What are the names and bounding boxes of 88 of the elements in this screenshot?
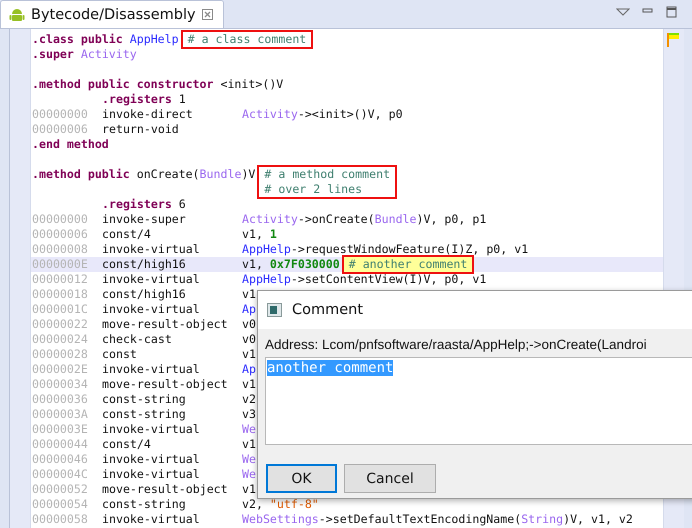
operand-text: WebSettings->setDefaultTextEncodingName(String)V, v1, v2: [242, 512, 633, 527]
opcode-text: invoke-virtual: [102, 242, 201, 257]
line-address: 00000036: [32, 392, 89, 407]
line-address: 00000058: [32, 512, 89, 527]
code-text: .class public AppHelp: [32, 32, 179, 47]
opcode-text: invoke-super: [102, 212, 187, 227]
line-address: 00000028: [32, 347, 89, 362]
line-address: 0000000E: [32, 257, 89, 272]
line-address: 00000000: [32, 107, 89, 122]
operand-text: AppHelp->setContentView(I)V, p0, v1: [242, 272, 486, 287]
code-text: .registers 6: [102, 197, 186, 212]
opcode-text: invoke-virtual: [102, 272, 201, 287]
opcode-text: return-void: [102, 122, 180, 137]
operand-text: v1: [242, 437, 256, 452]
operand-text: v0: [242, 332, 256, 347]
line-address: 00000000: [32, 212, 89, 227]
line-address: 00000034: [32, 377, 89, 392]
opcode-text: const-string: [102, 407, 187, 422]
operand-text: v3: [242, 407, 256, 422]
code-text: .method public constructor <init>()V: [32, 77, 284, 92]
line-address: 00000046: [32, 452, 89, 467]
operand-text: AppHelp->requestWindowFeature(I)Z, p0, v1: [242, 242, 528, 257]
operand-text: v2: [242, 392, 256, 407]
opcode-text: const: [102, 347, 138, 362]
line-address: 00000006: [32, 122, 89, 137]
opcode-text: invoke-virtual: [102, 362, 201, 377]
code-text: .end method: [32, 137, 109, 152]
operand-text: Activity->onCreate(Bundle)V, p0, p1: [242, 212, 486, 227]
line-address: 0000003A: [32, 407, 89, 422]
line-address: 00000054: [32, 497, 89, 512]
opcode-text: const/4: [102, 227, 152, 242]
line-address: 00000006: [32, 227, 89, 242]
line-address: 0000003E: [32, 422, 89, 437]
operand-text: Ap: [242, 362, 256, 377]
operand-text: v1: [242, 377, 256, 392]
code-text: .super Activity: [32, 47, 137, 62]
line-address: 00000018: [32, 287, 89, 302]
address-label: Address: Lcom/pnfsoftware/raasta/AppHelp;->onCreate(Landroi: [265, 336, 648, 354]
line-address: 00000008: [32, 242, 89, 257]
operand-text: Activity-><init>()V, p0: [242, 107, 403, 122]
opcode-text: move-result-object: [102, 377, 229, 392]
android-icon: [9, 6, 25, 22]
opcode-text: const-string: [102, 392, 187, 407]
opcode-text: const/high16: [102, 257, 187, 272]
code-comment: # another comment: [342, 255, 474, 274]
opcode-text: invoke-direct: [102, 107, 194, 122]
operand-text: We: [242, 452, 256, 467]
line-address: 00000052: [32, 482, 89, 497]
window-icon: [267, 303, 285, 317]
operand-text: We: [242, 467, 256, 482]
line-address: 0000001C: [32, 302, 89, 317]
operand-text: v1: [242, 482, 256, 497]
opcode-text: move-result-object: [102, 482, 229, 497]
operand-text: v2, "utf-8": [242, 497, 319, 512]
operand-text: v1, 1: [242, 227, 277, 242]
code-text: .registers 1: [102, 92, 186, 107]
ok-button[interactable]: OK: [266, 464, 337, 493]
opcode-text: const-string: [102, 497, 187, 512]
line-address: 00000022: [32, 317, 89, 332]
opcode-text: check-cast: [102, 332, 173, 347]
opcode-text: invoke-virtual: [102, 467, 201, 482]
close-icon[interactable]: [202, 9, 213, 20]
operand-text: v1: [242, 347, 256, 362]
editor-tab[interactable]: Bytecode/Disassembly: [0, 0, 224, 28]
line-address: 0000002E: [32, 362, 89, 377]
operand-text: v1: [242, 287, 256, 302]
opcode-text: const/high16: [102, 287, 187, 302]
code-comment: # a class comment: [180, 30, 314, 49]
view-menu-icon[interactable]: [616, 7, 630, 17]
code-text: .method public onCreate(Bundle)V: [32, 167, 256, 182]
line-address: 00000024: [32, 332, 89, 347]
maximize-icon[interactable]: [666, 6, 678, 18]
operand-text: Ap: [242, 302, 256, 317]
code-comment: # a method comment # over 2 lines: [257, 165, 398, 199]
cancel-button[interactable]: Cancel: [344, 464, 436, 493]
operand-text: v1, 0x7F030000: [242, 257, 340, 272]
opcode-text: invoke-virtual: [102, 422, 201, 437]
opcode-text: invoke-virtual: [102, 452, 201, 467]
opcode-text: const/4: [102, 437, 152, 452]
line-address: 00000012: [32, 272, 89, 287]
operand-text: v0: [242, 317, 256, 332]
dialog-title: Comment: [292, 302, 364, 318]
operand-text: We: [242, 422, 256, 437]
opcode-text: move-result-object: [102, 317, 229, 332]
line-address: 0000004C: [32, 467, 89, 482]
opcode-text: invoke-virtual: [102, 512, 201, 527]
line-address: 00000044: [32, 437, 89, 452]
opcode-text: invoke-virtual: [102, 302, 201, 317]
